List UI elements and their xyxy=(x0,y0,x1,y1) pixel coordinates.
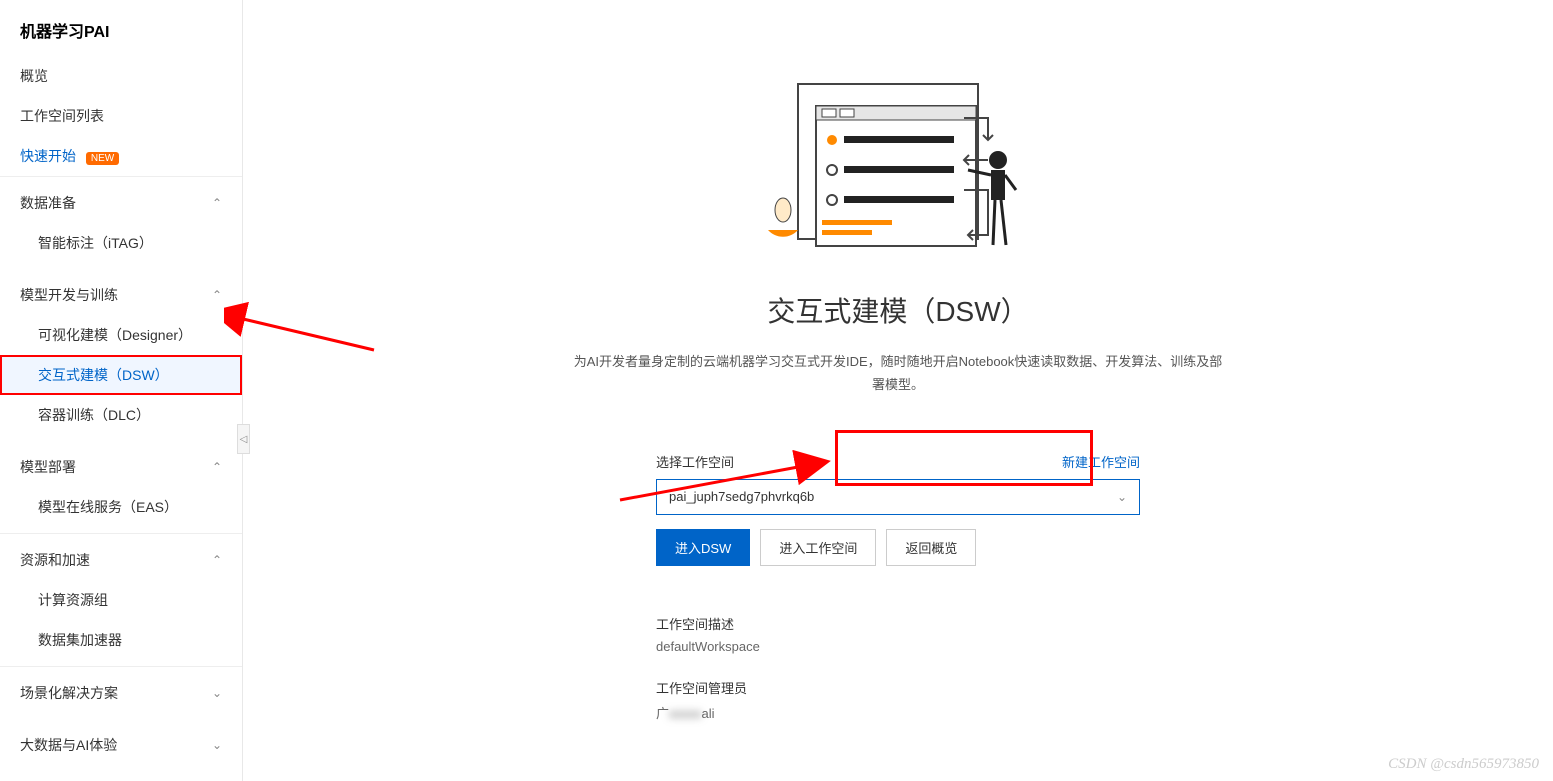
action-buttons: 进入DSW 进入工作空间 返回概览 xyxy=(656,529,1140,566)
nav-overview[interactable]: 概览 xyxy=(0,56,242,96)
main-content: 交互式建模（DSW） 为AI开发者量身定制的云端机器学习交互式开发IDE，随时随… xyxy=(243,0,1553,781)
workspace-admin-label: 工作空间管理员 xyxy=(656,678,1140,697)
nav-quick-start[interactable]: 快速开始 NEW xyxy=(0,136,242,176)
workspace-desc-label: 工作空间描述 xyxy=(656,614,1140,633)
new-workspace-link[interactable]: 新建工作空间 xyxy=(1062,452,1140,471)
workspace-select-value: pai_juph7sedg7phvrkq6b xyxy=(669,489,814,504)
nav-section-header-scenario[interactable]: 场景化解决方案 ⌄ xyxy=(0,673,242,713)
nav-sub-label: 模型在线服务（EAS） xyxy=(38,499,178,515)
nav-item-dataset-accel[interactable]: 数据集加速器 xyxy=(0,620,242,660)
page-title: 交互式建模（DSW） xyxy=(767,290,1028,330)
sidebar-title: 机器学习PAI xyxy=(0,0,242,56)
workspace-desc-value: defaultWorkspace xyxy=(656,639,1140,654)
chevron-down-icon: ⌄ xyxy=(212,738,222,752)
nav-item-dsw[interactable]: 交互式建模（DSW） xyxy=(0,355,242,395)
nav-section-resource: 资源和加速 ⌃ 计算资源组 数据集加速器 xyxy=(0,533,242,666)
nav-section-label: 大数据与AI体验 xyxy=(20,735,117,755)
nav-label: 概览 xyxy=(20,66,48,86)
nav-section-auth: 开通和授权 ⌃ 角色及权限列表 全部云产品依赖 xyxy=(0,771,242,781)
nav-workspace-list[interactable]: 工作空间列表 xyxy=(0,96,242,136)
nav-section-header-resource[interactable]: 资源和加速 ⌃ xyxy=(0,540,242,580)
nav-item-designer[interactable]: 可视化建模（Designer） xyxy=(0,315,242,355)
nav-section-header-model-dev[interactable]: 模型开发与训练 ⌃ xyxy=(0,275,242,315)
nav-section-label: 模型部署 xyxy=(20,457,76,477)
watermark: CSDN @csdn565973850 xyxy=(1388,756,1539,773)
nav-section-header-data-prep[interactable]: 数据准备 ⌃ xyxy=(0,183,242,223)
nav-sub-label: 可视化建模（Designer） xyxy=(38,327,192,343)
nav-sub-label: 容器训练（DLC） xyxy=(38,407,150,423)
nav-item-compute-resource[interactable]: 计算资源组 xyxy=(0,580,242,620)
chevron-up-icon: ⌃ xyxy=(212,196,222,210)
workspace-form: 选择工作空间 新建工作空间 pai_juph7sedg7phvrkq6b ⌄ 进… xyxy=(656,452,1140,746)
illustration-dsw xyxy=(768,70,1028,260)
nav-section-model-dev: 模型开发与训练 ⌃ 可视化建模（Designer） 交互式建模（DSW） 容器训… xyxy=(0,269,242,441)
nav-section-label: 数据准备 xyxy=(20,193,76,213)
nav-section-label: 场景化解决方案 xyxy=(20,683,118,703)
workspace-desc-block: 工作空间描述 defaultWorkspace xyxy=(656,614,1140,654)
enter-workspace-button[interactable]: 进入工作空间 xyxy=(760,529,876,566)
chevron-up-icon: ⌃ xyxy=(212,553,222,567)
chevron-up-icon: ⌃ xyxy=(212,460,222,474)
enter-dsw-button[interactable]: 进入DSW xyxy=(656,529,750,566)
page-description: 为AI开发者量身定制的云端机器学习交互式开发IDE，随时随地开启Notebook… xyxy=(573,350,1223,397)
nav-section-label: 模型开发与训练 xyxy=(20,285,118,305)
chevron-up-icon: ⌃ xyxy=(212,288,222,302)
chevron-down-icon: ⌄ xyxy=(1117,490,1127,504)
nav-label: 工作空间列表 xyxy=(20,106,104,126)
nav-item-eas[interactable]: 模型在线服务（EAS） xyxy=(0,487,242,527)
nav-sub-label: 智能标注（iTAG） xyxy=(38,235,153,251)
nav-item-dlc[interactable]: 容器训练（DLC） xyxy=(0,395,242,435)
workspace-select[interactable]: pai_juph7sedg7phvrkq6b ⌄ xyxy=(656,479,1140,515)
chevron-down-icon: ⌄ xyxy=(212,686,222,700)
nav-section-header-bigdata[interactable]: 大数据与AI体验 ⌄ xyxy=(0,725,242,765)
nav-section-label: 资源和加速 xyxy=(20,550,90,570)
new-badge: NEW xyxy=(86,152,119,165)
nav-sub-label: 交互式建模（DSW） xyxy=(38,367,169,383)
nav-item-itag[interactable]: 智能标注（iTAG） xyxy=(0,223,242,263)
nav-section-data-prep: 数据准备 ⌃ 智能标注（iTAG） xyxy=(0,176,242,269)
nav-section-bigdata: 大数据与AI体验 ⌄ xyxy=(0,719,242,771)
nav-section-header-auth[interactable]: 开通和授权 ⌃ xyxy=(0,777,242,781)
nav-section-scenario: 场景化解决方案 ⌄ xyxy=(0,666,242,719)
nav-sub-label: 数据集加速器 xyxy=(38,632,122,648)
workspace-select-label: 选择工作空间 xyxy=(656,452,734,471)
back-overview-button[interactable]: 返回概览 xyxy=(886,529,976,566)
nav-label: 快速开始 xyxy=(20,148,76,164)
nav-section-header-model-deploy[interactable]: 模型部署 ⌃ xyxy=(0,447,242,487)
workspace-admin-value: 广xxxxxali xyxy=(656,703,1140,722)
workspace-admin-block: 工作空间管理员 广xxxxxali xyxy=(656,678,1140,722)
sidebar: 机器学习PAI 概览 工作空间列表 快速开始 NEW 数据准备 ⌃ 智能标注（i… xyxy=(0,0,243,781)
nav-section-model-deploy: 模型部署 ⌃ 模型在线服务（EAS） xyxy=(0,441,242,533)
nav-sub-label: 计算资源组 xyxy=(38,592,108,608)
sidebar-collapse-handle[interactable]: ◁ xyxy=(237,424,250,454)
